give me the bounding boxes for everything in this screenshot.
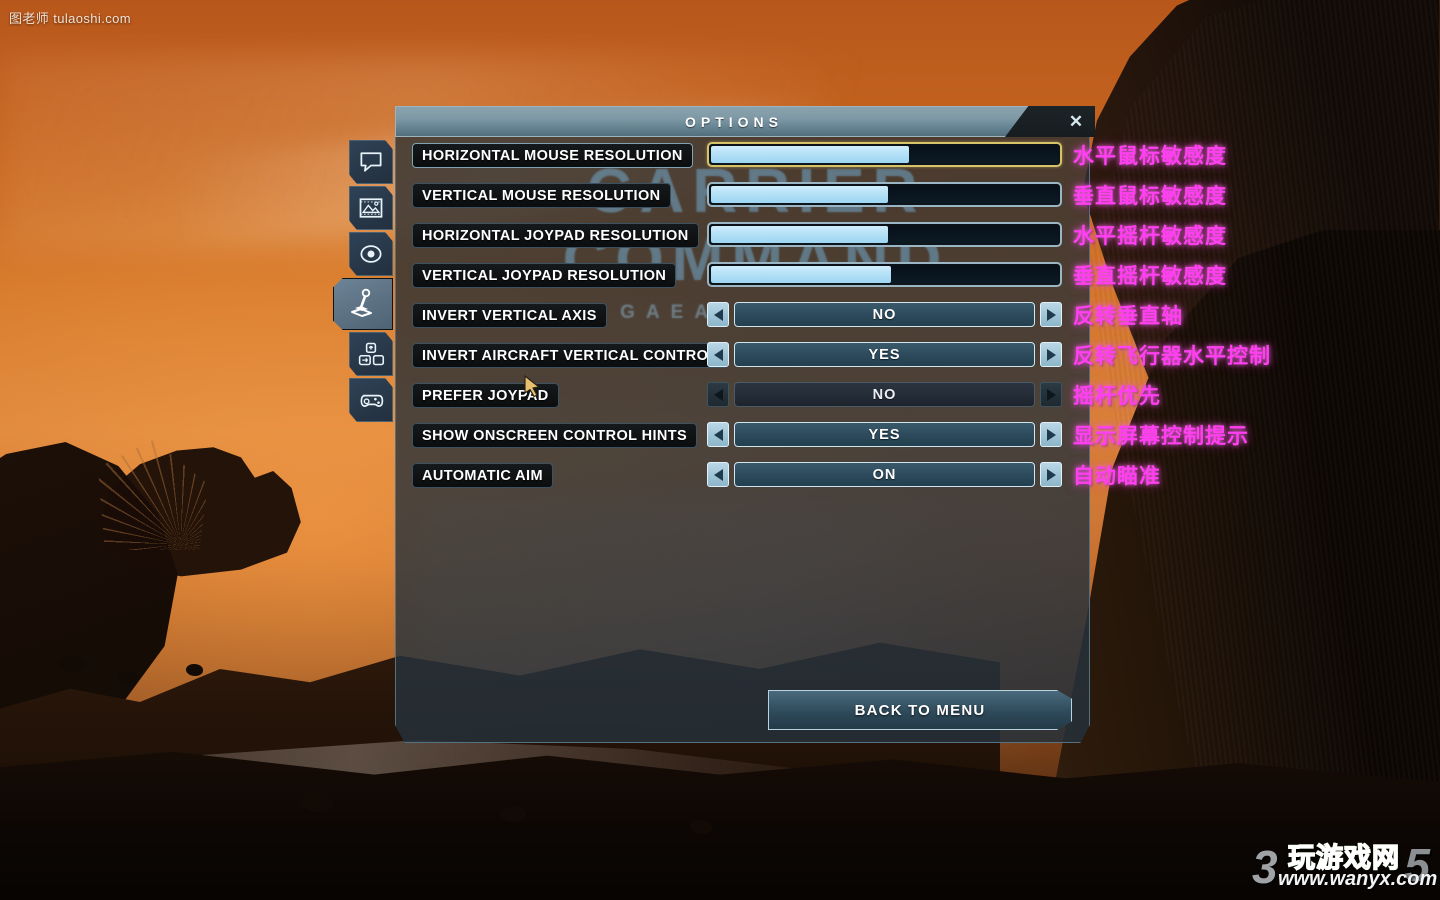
options-row[interactable]: INVERT VERTICAL AXIS NO 反转垂直轴 <box>395 298 1182 338</box>
chinese-annotation: 摇杆优先 <box>1073 385 1161 408</box>
keyboard-icon <box>358 342 385 366</box>
chevron-left-icon[interactable] <box>707 382 729 407</box>
option-value: ON <box>734 462 1035 487</box>
options-row[interactable]: VERTICAL JOYPAD RESOLUTION 垂直摇杆敏感度 <box>395 258 1226 298</box>
option-toggle[interactable]: ON <box>707 462 1062 487</box>
site-watermark-top: 图老师 tulaoshi.com <box>9 11 131 26</box>
sidebar-item-controls[interactable] <box>333 278 393 330</box>
watermark-site-url: www.wanyx.com <box>1278 868 1438 890</box>
option-label: HORIZONTAL JOYPAD RESOLUTION <box>412 223 699 248</box>
option-toggle[interactable]: NO <box>707 382 1062 407</box>
option-label: SHOW ONSCREEN CONTROL HINTS <box>412 423 698 448</box>
option-label: INVERT AIRCRAFT VERTICAL CONTROL <box>412 343 728 368</box>
slider-fill <box>711 226 888 243</box>
chinese-annotation: 自动瞄准 <box>1073 465 1161 488</box>
chevron-left-icon[interactable] <box>707 302 729 327</box>
boulder <box>60 655 86 672</box>
slider-track <box>711 226 1058 243</box>
options-row[interactable]: AUTOMATIC AIM ON 自动瞄准 <box>395 458 1160 498</box>
dialog-titlebar: OPTIONS ✕ <box>395 106 1095 137</box>
option-value: YES <box>734 422 1035 447</box>
option-label: HORIZONTAL MOUSE RESOLUTION <box>412 143 693 168</box>
sidebar-item-keyboard[interactable] <box>349 332 393 376</box>
option-value: NO <box>734 382 1035 407</box>
option-toggle[interactable]: YES <box>707 342 1062 367</box>
boulder <box>500 806 526 822</box>
chinese-annotation: 反转飞行器水平控制 <box>1073 345 1271 368</box>
boulder <box>186 664 203 676</box>
option-label: INVERT VERTICAL AXIS <box>412 303 607 328</box>
options-row[interactable]: VERTICAL MOUSE RESOLUTION 垂直鼠标敏感度 <box>395 178 1226 218</box>
monitor-icon <box>360 152 382 172</box>
chevron-right-icon[interactable] <box>1040 302 1062 327</box>
options-row-list: HORIZONTAL MOUSE RESOLUTION 水平鼠标敏感度 VERTIC… <box>395 138 1270 498</box>
option-slider[interactable] <box>707 142 1062 167</box>
sidebar-item-graphics[interactable] <box>349 186 393 230</box>
option-label: AUTOMATIC AIM <box>412 463 553 488</box>
options-dialog: CARRIER COMMAND GAEA MISSION OPTIONS ✕ H… <box>395 106 1270 746</box>
chinese-annotation: 显示屏幕控制提示 <box>1073 425 1249 448</box>
option-value: YES <box>734 342 1035 367</box>
chevron-right-icon[interactable] <box>1040 422 1062 447</box>
option-toggle[interactable]: YES <box>707 422 1062 447</box>
chinese-annotation: 水平摇杆敏感度 <box>1073 225 1227 248</box>
watermark-numeral-left: 3 <box>1252 841 1278 893</box>
boulder <box>118 672 138 686</box>
joystick-icon <box>351 288 372 317</box>
site-watermark-bottom: 3 5 玩游戏网 www.wanyx.com <box>1244 834 1438 896</box>
slider-track <box>711 266 1058 283</box>
option-value: NO <box>734 302 1035 327</box>
close-icon[interactable]: ✕ <box>1065 110 1087 132</box>
option-slider[interactable] <box>707 222 1062 247</box>
disc-icon <box>360 245 382 263</box>
sidebar-item-gamepad[interactable] <box>349 378 393 422</box>
option-label: VERTICAL MOUSE RESOLUTION <box>412 183 671 208</box>
chevron-right-icon[interactable] <box>1040 462 1062 487</box>
chevron-right-icon[interactable] <box>1040 382 1062 407</box>
chinese-annotation: 垂直摇杆敏感度 <box>1073 265 1227 288</box>
chevron-left-icon[interactable] <box>707 462 729 487</box>
film-strip-icon <box>359 198 383 218</box>
boulder <box>300 792 334 812</box>
options-row[interactable]: SHOW ONSCREEN CONTROL HINTS YES 显示屏幕控制提示 <box>395 418 1248 458</box>
options-row[interactable]: PREFER JOYPAD NO 摇杆优先 <box>395 378 1160 418</box>
chevron-left-icon[interactable] <box>707 342 729 367</box>
slider-fill <box>711 186 888 203</box>
chinese-annotation: 反转垂直轴 <box>1073 305 1183 328</box>
option-slider[interactable] <box>707 182 1062 207</box>
options-row[interactable]: HORIZONTAL MOUSE RESOLUTION 水平鼠标敏感度 <box>395 138 1226 178</box>
option-toggle[interactable]: NO <box>707 302 1062 327</box>
slider-track <box>711 146 1058 163</box>
boulder <box>690 820 712 834</box>
option-slider[interactable] <box>707 262 1062 287</box>
chinese-annotation: 水平鼠标敏感度 <box>1073 145 1227 168</box>
mouse-cursor <box>524 375 540 398</box>
option-label: VERTICAL JOYPAD RESOLUTION <box>412 263 677 288</box>
sidebar-item-display[interactable] <box>349 140 393 184</box>
slider-fill <box>711 266 892 283</box>
page-title: OPTIONS <box>684 113 783 130</box>
slider-fill <box>711 146 909 163</box>
gamepad-icon <box>360 394 384 407</box>
back-to-menu-button[interactable]: BACK TO MENU <box>768 690 1072 730</box>
options-category-sidebar[interactable] <box>333 140 401 424</box>
sidebar-item-audio[interactable] <box>349 232 393 276</box>
chevron-right-icon[interactable] <box>1040 342 1062 367</box>
options-row[interactable]: HORIZONTAL JOYPAD RESOLUTION 水平摇杆敏感度 <box>395 218 1226 258</box>
slider-track <box>711 186 1058 203</box>
chevron-left-icon[interactable] <box>707 422 729 447</box>
options-row[interactable]: INVERT AIRCRAFT VERTICAL CONTROL YES 反转飞行器… <box>395 338 1270 378</box>
chinese-annotation: 垂直鼠标敏感度 <box>1073 185 1227 208</box>
